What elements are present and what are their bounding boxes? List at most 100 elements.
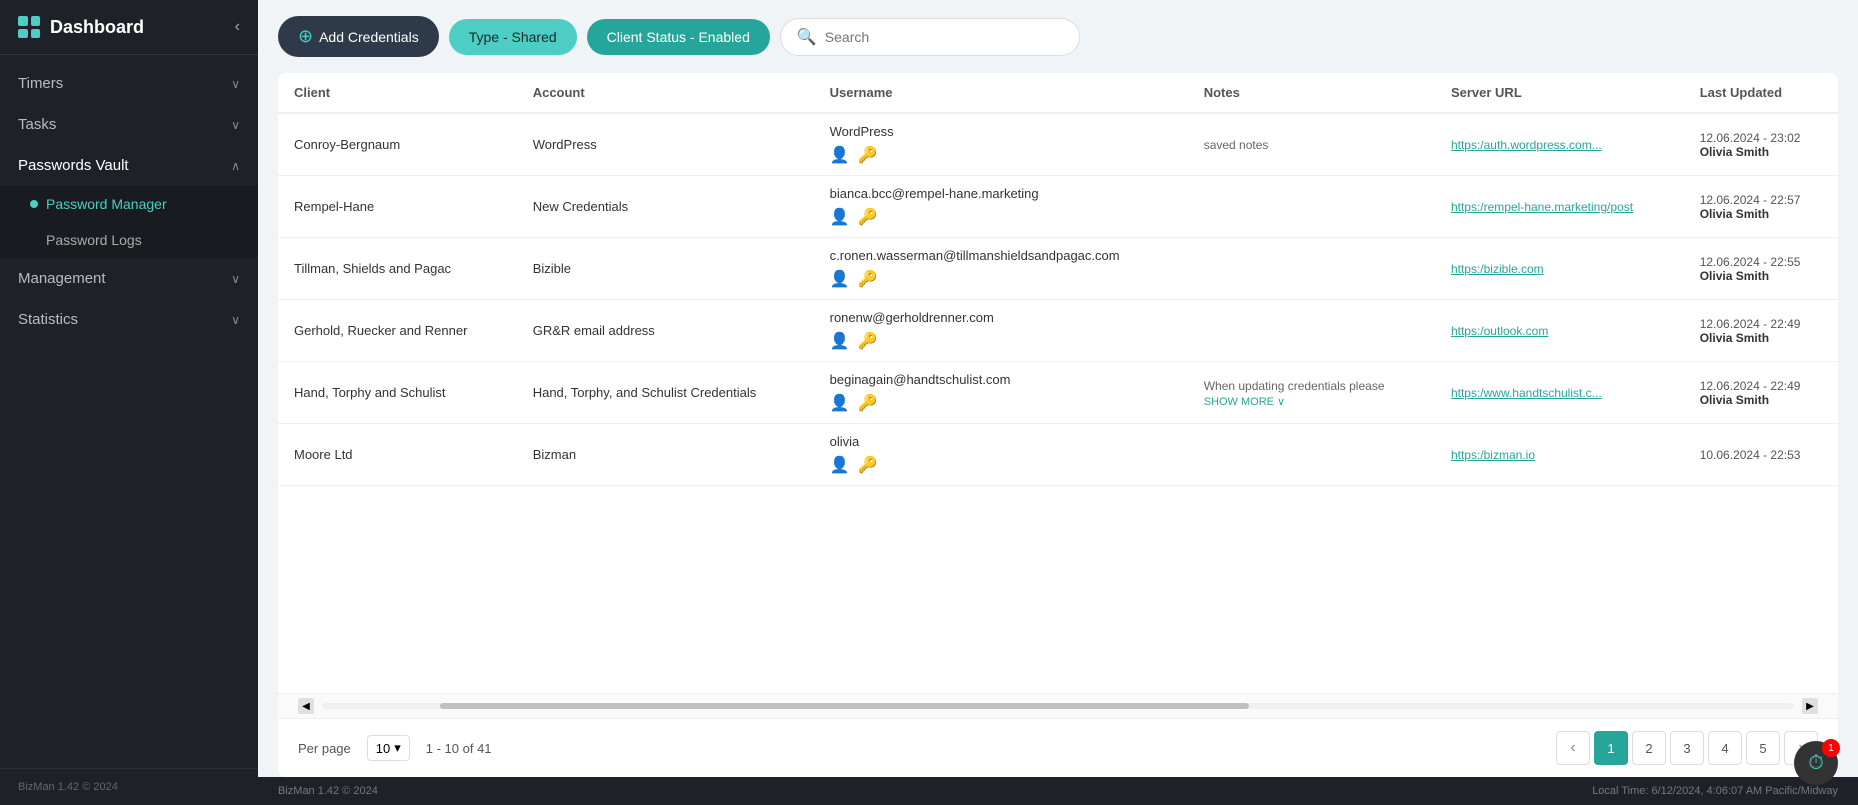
main-content: ⊕ Add Credentials Type - Shared Client S… xyxy=(258,0,1858,805)
pagination-controls: ‹ 1 2 3 4 5 › xyxy=(1556,731,1818,765)
last-updated-by: Olivia Smith xyxy=(1700,207,1822,221)
user-icon[interactable]: 👤 xyxy=(830,455,850,475)
user-icon[interactable]: 👤 xyxy=(830,145,850,165)
sidebar-header: Dashboard ‹ xyxy=(0,0,258,55)
cell-notes xyxy=(1188,176,1435,238)
col-client: Client xyxy=(278,73,517,113)
per-page-label: Per page xyxy=(298,741,351,756)
cell-account: New Credentials xyxy=(517,176,814,238)
table-header-row: Client Account Username Notes Server URL… xyxy=(278,73,1838,113)
username-cell: bianca.bcc@rempel-hane.marketing 👤 🔑 xyxy=(830,186,1172,227)
cell-last-updated: 12.06.2024 - 22:49 Olivia Smith xyxy=(1684,300,1838,362)
sidebar-item-password-logs[interactable]: Password Logs xyxy=(0,222,258,258)
show-more-button[interactable]: SHOW MORE ∨ xyxy=(1204,395,1419,408)
page-4-button[interactable]: 4 xyxy=(1708,731,1742,765)
col-last-updated: Last Updated xyxy=(1684,73,1838,113)
cell-server-url: https:/rempel-hane.marketing/post xyxy=(1435,176,1684,238)
passwords-vault-submenu: Password Manager Password Logs xyxy=(0,186,258,258)
page-3-button[interactable]: 3 xyxy=(1670,731,1704,765)
last-updated-date: 10.06.2024 - 22:53 xyxy=(1700,448,1801,462)
key-icon[interactable]: 🔑 xyxy=(858,393,878,413)
prev-page-button[interactable]: ‹ xyxy=(1556,731,1590,765)
username-cell: c.ronen.wasserman@tillmanshieldsandpagac… xyxy=(830,248,1172,289)
last-updated-date: 12.06.2024 - 22:49 xyxy=(1700,317,1801,331)
username-value: ronenw@gerholdrenner.com xyxy=(830,310,1172,325)
username-value: beginagain@handtschulist.com xyxy=(830,372,1172,387)
server-url-link[interactable]: https:/auth.wordpress.com... xyxy=(1451,138,1602,152)
status-filter-button[interactable]: Client Status - Enabled xyxy=(587,19,770,55)
table-scroll-area[interactable]: Client Account Username Notes Server URL… xyxy=(278,73,1838,693)
server-url-link[interactable]: https:/bizman.io xyxy=(1451,448,1535,462)
add-credentials-button[interactable]: ⊕ Add Credentials xyxy=(278,16,439,57)
cell-account: Hand, Torphy, and Schulist Credentials xyxy=(517,362,814,424)
sidebar-item-statistics[interactable]: Statistics ∨ xyxy=(0,299,258,340)
table-row: Gerhold, Ruecker and Renner GR&R email a… xyxy=(278,300,1838,362)
key-icon[interactable]: 🔑 xyxy=(858,207,878,227)
cell-last-updated: 12.06.2024 - 23:02 Olivia Smith xyxy=(1684,113,1838,176)
cell-client: Tillman, Shields and Pagac xyxy=(278,238,517,300)
last-updated-cell: 12.06.2024 - 23:02 Olivia Smith xyxy=(1700,131,1822,159)
timer-icon: ⏱ xyxy=(1808,752,1824,775)
last-updated-date: 12.06.2024 - 22:49 xyxy=(1700,379,1801,393)
cell-server-url: https:/outlook.com xyxy=(1435,300,1684,362)
last-updated-date: 12.06.2024 - 22:57 xyxy=(1700,193,1801,207)
sidebar: Dashboard ‹ Timers ∨ Tasks ∨ Passwords V… xyxy=(0,0,258,805)
sidebar-collapse-button[interactable]: ‹ xyxy=(235,18,240,36)
server-url-link[interactable]: https:/outlook.com xyxy=(1451,324,1548,338)
grid-icon xyxy=(18,16,40,38)
cell-account: GR&R email address xyxy=(517,300,814,362)
notification-badge[interactable]: 1 ⏱ xyxy=(1794,741,1838,785)
type-filter-button[interactable]: Type - Shared xyxy=(449,19,577,55)
sidebar-item-timers[interactable]: Timers ∨ xyxy=(0,63,258,104)
cell-server-url: https:/bizible.com xyxy=(1435,238,1684,300)
cell-username: bianca.bcc@rempel-hane.marketing 👤 🔑 xyxy=(814,176,1188,238)
per-page-select[interactable]: 10 ▾ xyxy=(367,735,410,761)
server-url-link[interactable]: https:/rempel-hane.marketing/post xyxy=(1451,200,1633,214)
scroll-left-button[interactable]: ◀ xyxy=(298,698,314,714)
key-icon[interactable]: 🔑 xyxy=(858,455,878,475)
footer-version: BizMan 1.42 © 2024 xyxy=(278,785,378,797)
username-cell: ronenw@gerholdrenner.com 👤 🔑 xyxy=(830,310,1172,351)
horizontal-scroll-bar: ◀ ▶ xyxy=(278,693,1838,718)
username-value: olivia xyxy=(830,434,1172,449)
username-value: bianca.bcc@rempel-hane.marketing xyxy=(830,186,1172,201)
user-icon[interactable]: 👤 xyxy=(830,269,850,289)
last-updated-cell: 12.06.2024 - 22:55 Olivia Smith xyxy=(1700,255,1822,283)
page-1-button[interactable]: 1 xyxy=(1594,731,1628,765)
user-icon[interactable]: 👤 xyxy=(830,393,850,413)
cell-username: ronenw@gerholdrenner.com 👤 🔑 xyxy=(814,300,1188,362)
cell-username: c.ronen.wasserman@tillmanshieldsandpagac… xyxy=(814,238,1188,300)
col-username: Username xyxy=(814,73,1188,113)
page-2-button[interactable]: 2 xyxy=(1632,731,1666,765)
col-notes: Notes xyxy=(1188,73,1435,113)
user-icon[interactable]: 👤 xyxy=(830,331,850,351)
username-icons: 👤 🔑 xyxy=(830,331,1172,351)
page-5-button[interactable]: 5 xyxy=(1746,731,1780,765)
cell-notes xyxy=(1188,424,1435,486)
cell-username: olivia 👤 🔑 xyxy=(814,424,1188,486)
search-input[interactable] xyxy=(825,29,1063,45)
notes-text: When updating credentials please xyxy=(1204,379,1385,393)
key-icon[interactable]: 🔑 xyxy=(858,331,878,351)
key-icon[interactable]: 🔑 xyxy=(858,269,878,289)
scroll-track xyxy=(322,703,1794,709)
user-icon[interactable]: 👤 xyxy=(830,207,850,227)
sidebar-item-passwords-vault[interactable]: Passwords Vault ∧ xyxy=(0,145,258,186)
sidebar-item-tasks[interactable]: Tasks ∨ xyxy=(0,104,258,145)
sidebar-title: Dashboard xyxy=(50,17,144,38)
server-url-link[interactable]: https:/www.handtschulist.c... xyxy=(1451,386,1602,400)
last-updated-date: 12.06.2024 - 22:55 xyxy=(1700,255,1801,269)
col-server-url: Server URL xyxy=(1435,73,1684,113)
sidebar-item-management[interactable]: Management ∨ xyxy=(0,258,258,299)
username-icons: 👤 🔑 xyxy=(830,269,1172,289)
scroll-right-button[interactable]: ▶ xyxy=(1802,698,1818,714)
plus-icon: ⊕ xyxy=(298,26,313,47)
username-cell: beginagain@handtschulist.com 👤 🔑 xyxy=(830,372,1172,413)
page-range: 1 - 10 of 41 xyxy=(426,741,492,756)
key-icon[interactable]: 🔑 xyxy=(858,145,878,165)
table-row: Hand, Torphy and Schulist Hand, Torphy, … xyxy=(278,362,1838,424)
cell-server-url: https:/auth.wordpress.com... xyxy=(1435,113,1684,176)
sidebar-item-password-manager[interactable]: Password Manager xyxy=(0,186,258,222)
cell-client: Hand, Torphy and Schulist xyxy=(278,362,517,424)
server-url-link[interactable]: https:/bizible.com xyxy=(1451,262,1544,276)
